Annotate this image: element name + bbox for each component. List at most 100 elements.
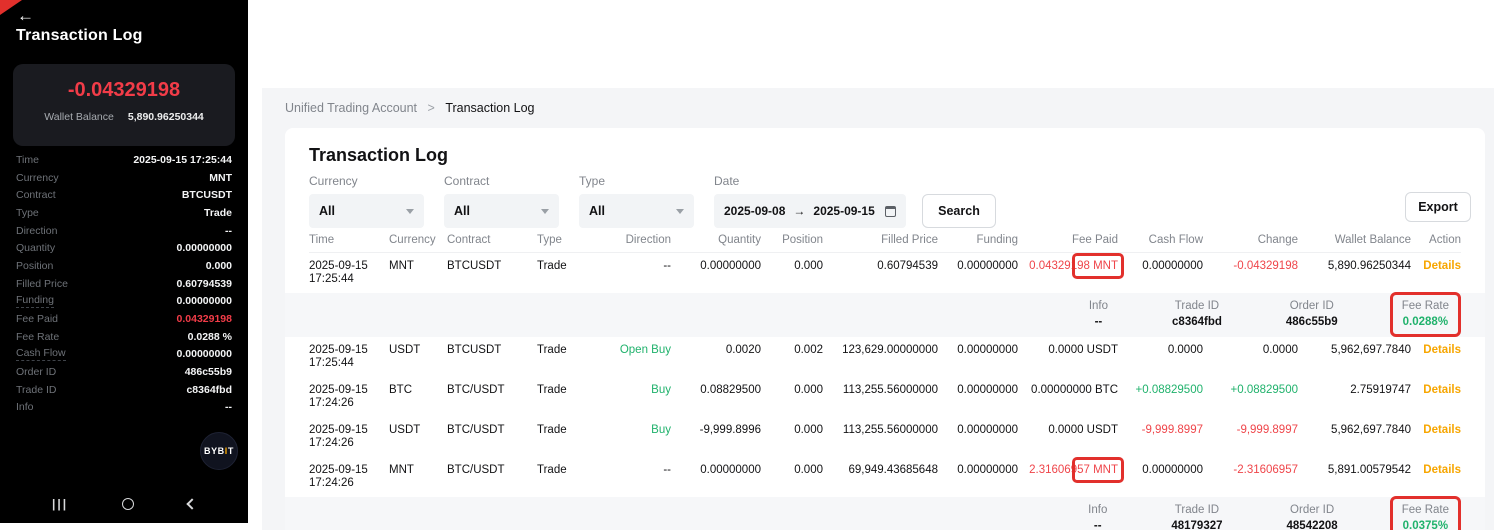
cell-cash-flow: 0.0000 — [1118, 344, 1203, 370]
breadcrumb-separator: > — [428, 101, 435, 115]
cell-currency: BTC — [389, 384, 447, 410]
home-icon[interactable] — [122, 498, 134, 510]
cell-direction: Open Buy — [599, 344, 671, 370]
detail-value: 0.00000000 — [177, 348, 232, 360]
detail-row: Contract BTCUSDT — [16, 186, 232, 204]
cell-cash-flow: 0.00000000 — [1118, 464, 1203, 490]
cell-cash-flow: -9,999.8997 — [1118, 424, 1203, 450]
column-header: Fee Paid — [1018, 234, 1118, 246]
cell-change: 0.0000 — [1203, 344, 1298, 370]
nav-back-icon[interactable] — [186, 498, 197, 509]
contract-select[interactable]: All — [444, 194, 559, 228]
column-header: Filled Price — [823, 234, 938, 246]
cell-funding: 0.00000000 — [938, 464, 1018, 490]
cell-cash-flow: 0.00000000 — [1118, 260, 1203, 286]
detail-label: Contract — [16, 189, 56, 201]
date-filter-label: Date — [714, 174, 906, 188]
phone-panel: ← Transaction Log -0.04329198 Wallet Bal… — [0, 0, 248, 523]
detail-row: Trade ID c8364fbd — [16, 381, 232, 399]
sub-block-trade-id: Trade ID 48179327 — [1171, 503, 1222, 530]
details-link[interactable]: Details — [1411, 384, 1461, 410]
detail-row: Quantity0.00000000 — [16, 239, 232, 257]
cell-filled-price: 113,255.56000000 — [823, 424, 938, 450]
table-header-row: Time Currency Contract Type Direction Qu… — [309, 228, 1461, 253]
cell-type: Trade — [537, 464, 599, 490]
bybit-logo-text: BYB — [204, 446, 225, 456]
search-button[interactable]: Search — [922, 194, 996, 228]
cell-fee-paid: 0.0000 USDT — [1018, 344, 1118, 370]
export-button[interactable]: Export — [1405, 192, 1471, 222]
cell-position: 0.002 — [761, 344, 823, 370]
chevron-down-icon — [406, 209, 414, 214]
currency-select-value: All — [319, 204, 335, 218]
cell-fee-paid: 0.0000 USDT — [1018, 424, 1118, 450]
bybit-logo[interactable]: BYBIT — [200, 432, 238, 470]
detail-value: 0.00000000 — [177, 242, 232, 254]
detail-value: c8364fbd — [186, 384, 232, 396]
cell-type: Trade — [537, 344, 599, 370]
cell-currency: MNT — [389, 464, 447, 490]
cell-quantity: 0.00000000 — [671, 464, 761, 490]
detail-label: Trade ID — [16, 384, 56, 396]
chevron-down-icon — [676, 209, 684, 214]
type-select[interactable]: All — [579, 194, 694, 228]
detail-value-fee-paid: 0.04329198 — [177, 313, 232, 325]
date-start: 2025-09-08 — [724, 204, 785, 218]
cell-wallet-balance: 5,962,697.7840 — [1298, 344, 1411, 370]
details-link[interactable]: Details — [1411, 464, 1461, 490]
cell-position: 0.000 — [761, 260, 823, 286]
column-header: Currency — [389, 234, 447, 246]
detail-label-funding-tooltip[interactable]: Funding — [16, 294, 54, 308]
cell-fee-paid: 2.31606957 MNT — [1018, 464, 1118, 490]
breadcrumb-parent-link[interactable]: Unified Trading Account — [285, 101, 417, 115]
cell-funding: 0.00000000 — [938, 260, 1018, 286]
change-amount: -0.04329198 — [13, 79, 235, 102]
detail-label: Fee Paid — [16, 313, 58, 325]
cell-position: 0.000 — [761, 424, 823, 450]
detail-label-cashflow-tooltip[interactable]: Cash Flow — [16, 347, 66, 361]
contract-select-value: All — [454, 204, 470, 218]
detail-row: Order ID486c55b9 — [16, 363, 232, 381]
column-header: Wallet Balance — [1298, 234, 1411, 246]
detail-value: 0.0288 % — [188, 331, 232, 343]
cell-type: Trade — [537, 384, 599, 410]
recents-icon[interactable]: ||| — [52, 497, 68, 511]
wallet-balance-label: Wallet Balance — [44, 111, 114, 123]
expanded-detail-row: Info -- Trade ID c8364fbd Order ID 486c5… — [285, 293, 1485, 337]
android-nav-bar: ||| — [0, 497, 248, 511]
contract-filter-label: Contract — [444, 174, 559, 188]
currency-select[interactable]: All — [309, 194, 424, 228]
column-header: Type — [537, 234, 599, 246]
cell-wallet-balance: 5,890.96250344 — [1298, 260, 1411, 286]
details-link[interactable]: Details — [1411, 424, 1461, 450]
detail-value: -- — [225, 225, 232, 237]
date-range-picker[interactable]: 2025-09-08 → 2025-09-15 — [714, 194, 906, 228]
cell-direction: -- — [599, 464, 671, 490]
detail-value: BTCUSDT — [182, 189, 232, 201]
detail-row: Position0.000 — [16, 257, 232, 275]
phone-page-title: Transaction Log — [16, 27, 143, 45]
detail-value: -- — [225, 401, 232, 413]
detail-row: Direction-- — [16, 222, 232, 240]
cell-change: -9,999.8997 — [1203, 424, 1298, 450]
cell-funding: 0.00000000 — [938, 424, 1018, 450]
cell-fee-paid: 0.04329198 MNT — [1018, 260, 1118, 286]
cell-currency: USDT — [389, 344, 447, 370]
cell-cash-flow: +0.08829500 — [1118, 384, 1203, 410]
column-header: Position — [761, 234, 823, 246]
filter-bar: Currency All Contract All Type All — [309, 174, 996, 228]
details-link[interactable]: Details — [1411, 260, 1461, 286]
wallet-balance-value: 5,890.96250344 — [128, 111, 204, 123]
table-row: 2025-09-1517:24:26 USDT BTC/USDT Trade B… — [309, 417, 1461, 457]
detail-value: 0.000 — [206, 260, 232, 272]
details-link[interactable]: Details — [1411, 344, 1461, 370]
cell-contract: BTCUSDT — [447, 344, 537, 370]
cell-fee-paid: 0.00000000 BTC — [1018, 384, 1118, 410]
detail-row: TypeTrade — [16, 204, 232, 222]
cell-quantity: 0.0020 — [671, 344, 761, 370]
detail-row: Cash Flow 0.00000000 — [16, 346, 232, 364]
chevron-down-icon — [541, 209, 549, 214]
column-header: Change — [1203, 234, 1298, 246]
detail-value: 2025-09-15 17:25:44 — [133, 154, 232, 166]
date-range-arrow: → — [793, 204, 805, 218]
